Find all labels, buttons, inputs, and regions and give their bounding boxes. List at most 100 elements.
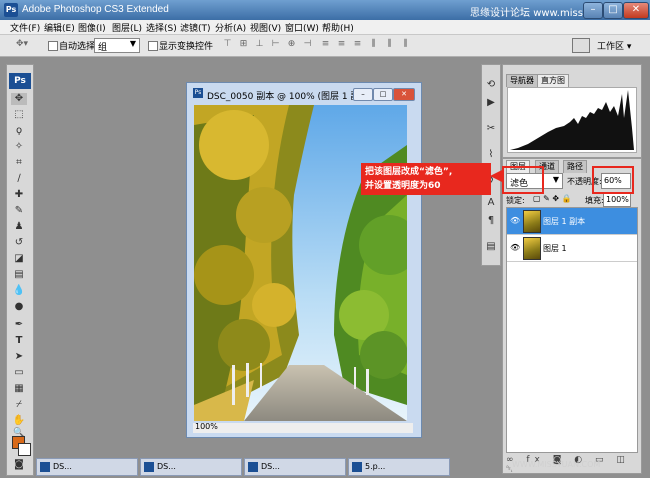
layer-row-copy[interactable]: 👁 图层 1 副本 [507, 208, 637, 235]
eraser-tool-icon[interactable]: ◪ [11, 253, 27, 265]
instruction-callout: 把该图层改成“滤色”, 并设置透明度为60 [361, 163, 491, 195]
fill-field[interactable]: 100% [603, 193, 631, 207]
quick-mask-icon[interactable]: ◙ [11, 459, 27, 471]
path-select-icon[interactable]: ➤ [11, 351, 27, 363]
brush-tool-icon[interactable]: ✎ [11, 205, 27, 217]
options-bar: ✥▾ 自动选择: 组 ▼ 显示变换控件 ⊤ ⊞ ⊥ ⊢ ⊕ ⊣ ≡ ≡ ≡ ⫼ ⫼… [0, 35, 650, 57]
menu-layer[interactable]: 图层(L) [112, 21, 142, 34]
healing-brush-icon[interactable]: ✚ [11, 189, 27, 201]
lock-icons[interactable]: ▢ ✎ ✥ 🔒 [533, 194, 572, 203]
callout-arrow [490, 170, 502, 182]
menu-analysis[interactable]: 分析(A) [215, 21, 246, 34]
brushes-panel-icon[interactable]: ⌇ [485, 149, 497, 161]
eyedropper-icon[interactable]: ⌿ [11, 399, 27, 411]
background-color-swatch[interactable] [18, 443, 31, 456]
align-bottom-icon[interactable]: ⊥ [254, 39, 265, 50]
align-left-icon[interactable]: ⊢ [270, 39, 281, 50]
history-panel-icon[interactable]: ⟲ [485, 79, 497, 91]
minimized-doc-4[interactable]: 5.p... [348, 458, 450, 476]
menu-help[interactable]: 帮助(H) [322, 21, 354, 34]
chevron-down-icon: ▼ [129, 39, 136, 48]
document-icon: Ps [193, 88, 203, 98]
layer-thumbnail [523, 237, 541, 260]
photoshop-logo-icon: Ps [9, 73, 31, 89]
shape-tool-icon[interactable]: ▭ [11, 367, 27, 379]
pen-tool-icon[interactable]: ✒ [11, 319, 27, 331]
move-tool-icon[interactable]: ✥▾ [12, 39, 32, 50]
distribute-hcenter-icon[interactable]: ⫼ [384, 39, 395, 50]
align-hcenter-icon[interactable]: ⊕ [286, 39, 297, 50]
menu-select[interactable]: 选择(S) [146, 21, 177, 34]
doc-close-button[interactable]: ✕ [393, 88, 415, 101]
distribute-right-icon[interactable]: ⫼ [400, 39, 411, 50]
tab-navigator[interactable]: 导航器 [506, 74, 538, 87]
blur-tool-icon[interactable]: 💧 [11, 285, 27, 297]
title-bar: Ps Adobe Photoshop CS3 Extended 思缘设计论坛 w… [0, 0, 650, 20]
notes-tool-icon[interactable]: ▦ [11, 383, 27, 395]
tab-paths[interactable]: 路径 [563, 160, 587, 173]
workspace-button[interactable]: 工作区 ▾ [597, 39, 631, 52]
layer-list: 👁 图层 1 副本 👁 图层 1 [506, 207, 638, 453]
align-top-icon[interactable]: ⊤ [222, 39, 233, 50]
tab-histogram[interactable]: 直方图 [537, 74, 569, 87]
minimized-doc-3[interactable]: DS... [244, 458, 346, 476]
tools-panel: Ps ✥ ⬚ ϙ ✧ ⌗ ∕ ✚ ✎ ♟ ↺ ◪ ▤ 💧 ● ✒ T ➤ ▭ ▦… [6, 64, 34, 476]
distribute-vcenter-icon[interactable]: ≡ [336, 39, 347, 50]
marquee-tool-icon[interactable]: ⬚ [11, 109, 27, 121]
auto-select-checkbox[interactable] [48, 41, 58, 51]
tool-presets-icon[interactable]: ✂ [485, 123, 497, 135]
layer-thumbnail [523, 210, 541, 233]
distribute-left-icon[interactable]: ⫼ [368, 39, 379, 50]
align-right-icon[interactable]: ⊣ [302, 39, 313, 50]
photoshop-logo-icon: Ps [4, 3, 18, 17]
watermark-bottom: WWW.MISSYUAN.COM [512, 460, 601, 469]
distribute-top-icon[interactable]: ≡ [320, 39, 331, 50]
document-window[interactable]: Ps DSC_0050 副本 @ 100% (图层 1 副... – □ ✕ 1… [186, 82, 422, 438]
canvas-photo[interactable] [194, 105, 407, 421]
maximize-button[interactable]: □ [603, 2, 623, 19]
menu-window[interactable]: 窗口(W) [285, 21, 319, 34]
minimized-doc-2[interactable]: DS... [140, 458, 242, 476]
lasso-tool-icon[interactable]: ϙ [11, 125, 27, 137]
slice-tool-icon[interactable]: ∕ [11, 173, 27, 185]
layers-panel: 图层 通道 路径 滤色 ▼ 不透明度: 60% 锁定: ▢ ✎ ✥ 🔒 填充: 1… [502, 158, 642, 475]
menu-edit[interactable]: 编辑(E) [44, 21, 75, 34]
minimized-doc-1[interactable]: DS... [36, 458, 138, 476]
layer-row-base[interactable]: 👁 图层 1 [507, 235, 637, 262]
actions-panel-icon[interactable]: ▶ [485, 97, 497, 109]
menu-filter[interactable]: 滤镜(T) [180, 21, 211, 34]
auto-select-dropdown[interactable]: 组 ▼ [94, 38, 140, 53]
layer-comps-icon[interactable]: ▤ [485, 241, 497, 253]
distribute-bottom-icon[interactable]: ≡ [352, 39, 363, 50]
auto-select-label: 自动选择: [59, 42, 99, 52]
eye-icon[interactable]: 👁 [510, 216, 520, 225]
crop-tool-icon[interactable]: ⌗ [11, 157, 27, 169]
callout-line-1: 把该图层改成“滤色”, [365, 167, 453, 177]
hand-tool-icon[interactable]: ✋ [11, 415, 27, 427]
menu-image[interactable]: 图像(I) [78, 21, 106, 34]
show-transform-checkbox[interactable] [148, 41, 158, 51]
move-tool-icon[interactable]: ✥ [11, 93, 27, 105]
bridge-icon[interactable] [572, 38, 590, 53]
blend-highlight-box [502, 166, 544, 194]
menu-file[interactable]: 文件(F) [10, 21, 40, 34]
dodge-tool-icon[interactable]: ● [11, 301, 27, 313]
eye-icon[interactable]: 👁 [510, 243, 520, 252]
align-vcenter-icon[interactable]: ⊞ [238, 39, 249, 50]
lock-label: 锁定: [506, 196, 525, 205]
character-panel-icon[interactable]: A [485, 197, 497, 209]
minimize-button[interactable]: – [583, 2, 603, 19]
menu-view[interactable]: 视图(V) [250, 21, 281, 34]
history-brush-icon[interactable]: ↺ [11, 237, 27, 249]
clone-stamp-icon[interactable]: ♟ [11, 221, 27, 233]
doc-maximize-button[interactable]: □ [373, 88, 393, 101]
paragraph-panel-icon[interactable]: ¶ [485, 215, 497, 227]
type-tool-icon[interactable]: T [11, 335, 27, 347]
gradient-tool-icon[interactable]: ▤ [11, 269, 27, 281]
document-title: DSC_0050 副本 @ 100% (图层 1 副... [207, 92, 369, 102]
zoom-level[interactable]: 100% [195, 422, 218, 431]
close-button[interactable]: ✕ [623, 2, 649, 19]
histogram-panel: 导航器 直方图 [502, 64, 642, 158]
magic-wand-icon[interactable]: ✧ [11, 141, 27, 153]
doc-minimize-button[interactable]: – [353, 88, 373, 101]
